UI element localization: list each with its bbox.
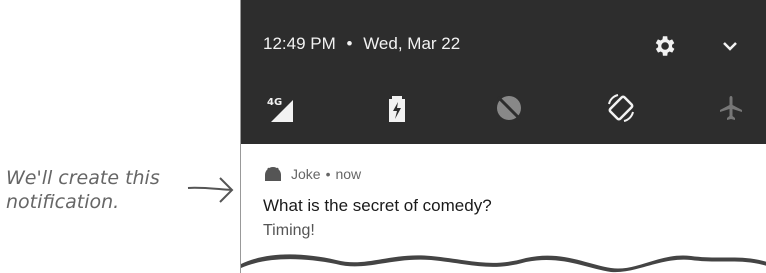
notification-header: Joke • now [263, 166, 361, 182]
notification-title: What is the secret of comedy? [263, 196, 492, 215]
chevron-down-icon[interactable] [719, 36, 741, 56]
status-time: 12:49 PM [263, 34, 336, 53]
gear-icon[interactable] [651, 33, 677, 59]
mobile-signal-icon[interactable]: 4G [265, 92, 297, 124]
quick-settings-panel: 12:49 PM • Wed, Mar 22 4G [241, 0, 766, 144]
android-icon [265, 167, 281, 181]
mobile-data-label: 4G [267, 97, 282, 108]
annotation-text: We'll create this notification. [6, 166, 160, 214]
annotation-line-1: We'll create this [6, 167, 160, 189]
annotation-line-2: notification. [6, 191, 120, 213]
notification-separator: • [325, 166, 331, 182]
notification-shade: 12:49 PM • Wed, Mar 22 4G Joke • now Wha… [240, 0, 766, 273]
notification-app-name: Joke [291, 166, 321, 182]
status-separator: • [346, 34, 353, 53]
annotation-arrow-icon [187, 177, 234, 203]
notification-time: now [335, 166, 362, 182]
notification-text: Timing! [263, 222, 315, 239]
airplane-mode-icon[interactable] [715, 92, 747, 124]
status-datetime: 12:49 PM • Wed, Mar 22 [263, 34, 460, 54]
torn-edge [241, 254, 766, 273]
auto-rotate-icon[interactable] [605, 92, 637, 124]
data-saver-icon[interactable] [493, 92, 525, 124]
battery-saver-icon[interactable] [381, 92, 413, 124]
status-date: Wed, Mar 22 [363, 34, 461, 53]
notification-card[interactable]: Joke • now What is the secret of comedy?… [241, 144, 766, 264]
